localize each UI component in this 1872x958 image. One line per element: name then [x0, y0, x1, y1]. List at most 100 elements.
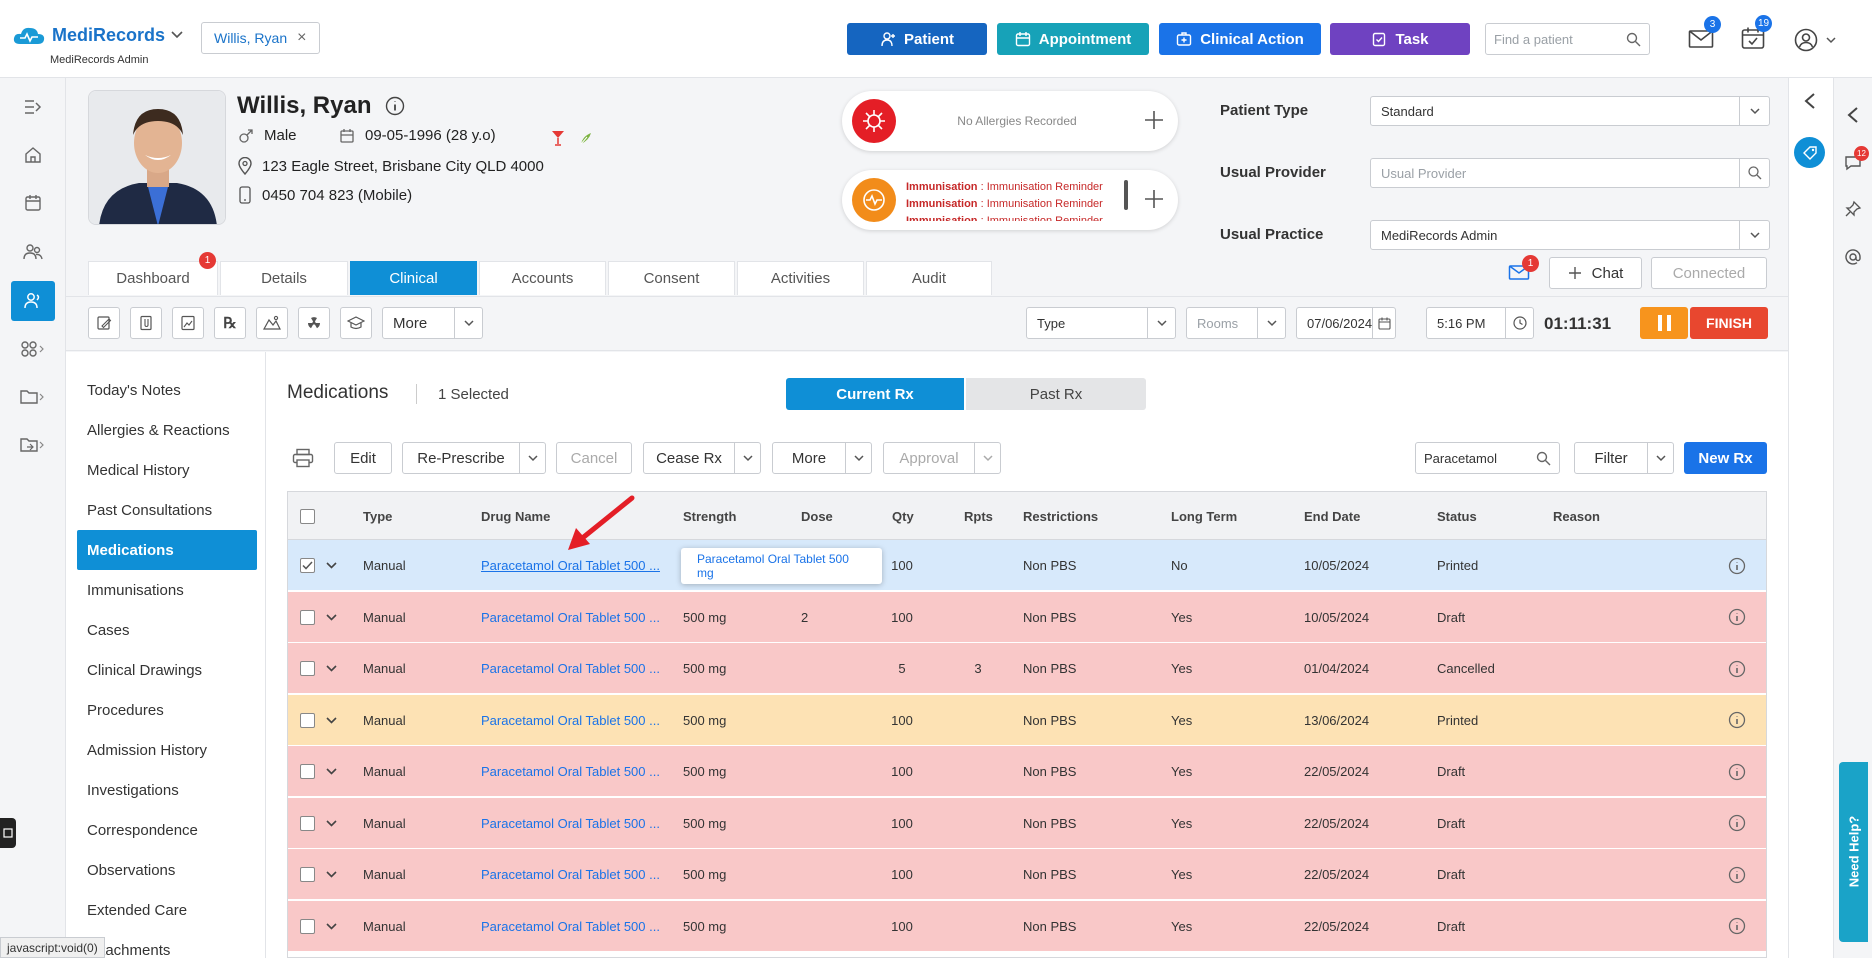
expand-row-chevron-icon[interactable] — [326, 901, 337, 952]
nav-clinical-drawings[interactable]: Clinical Drawings — [77, 650, 257, 690]
user-menu[interactable] — [1794, 28, 1836, 52]
col-type[interactable]: Type — [363, 492, 392, 540]
nav-todays-notes[interactable]: Today's Notes — [77, 370, 257, 410]
info-icon[interactable] — [1728, 746, 1746, 797]
info-icon[interactable] — [1728, 643, 1746, 694]
nav-medications[interactable]: Medications — [77, 530, 257, 570]
select-all-checkbox[interactable] — [300, 492, 315, 540]
date-input[interactable]: 07/06/2024 — [1296, 307, 1396, 339]
nav-past-consultations[interactable]: Past Consultations — [77, 490, 257, 530]
prescribe-tool[interactable]: ℞ — [214, 307, 246, 339]
chevron-down-icon[interactable] — [171, 31, 183, 39]
comments-button[interactable]: 12 — [1844, 146, 1869, 172]
pathology-tool[interactable] — [130, 307, 162, 339]
row-checkbox[interactable] — [300, 746, 315, 797]
rail-expand[interactable] — [11, 87, 55, 127]
medication-search-input[interactable]: Paracetamol — [1415, 442, 1560, 474]
cell-drug-name[interactable]: Paracetamol Oral Tablet 500 ... — [481, 746, 660, 797]
info-icon[interactable] — [1728, 540, 1746, 591]
cease-rx-button[interactable]: Cease Rx — [643, 442, 761, 474]
tab-audit[interactable]: Audit — [866, 261, 992, 295]
represcribe-button[interactable]: Re-Prescribe — [402, 442, 546, 474]
col-status[interactable]: Status — [1437, 492, 1477, 540]
info-icon[interactable] — [1728, 901, 1746, 952]
row-checkbox[interactable] — [300, 798, 315, 849]
filter-button[interactable]: Filter — [1574, 442, 1674, 474]
past-rx-toggle[interactable]: Past Rx — [966, 378, 1146, 410]
patient-chip[interactable]: Willis, Ryan × — [201, 22, 320, 54]
approval-button[interactable]: Approval — [883, 442, 1001, 474]
immunisation-card[interactable]: Immunisation : Immunisation Reminder Imm… — [842, 170, 1178, 230]
chat-button[interactable]: Chat — [1549, 257, 1642, 289]
rooms-select[interactable]: Rooms — [1186, 307, 1286, 339]
brand-logo[interactable]: MediRecords — [12, 24, 183, 46]
nav-procedures[interactable]: Procedures — [77, 690, 257, 730]
chevron-down-icon[interactable] — [734, 443, 760, 473]
search-icon[interactable] — [1536, 451, 1551, 466]
table-row[interactable]: Manual Paracetamol Oral Tablet 500 ... 500… — [288, 591, 1766, 643]
chevron-down-icon[interactable] — [519, 443, 545, 473]
col-end-date[interactable]: End Date — [1304, 492, 1360, 540]
more-actions-button[interactable]: More — [772, 442, 872, 474]
row-checkbox[interactable] — [300, 643, 315, 694]
cell-drug-name[interactable]: Paracetamol Oral Tablet 500 ... — [481, 643, 660, 694]
col-restrictions[interactable]: Restrictions — [1023, 492, 1098, 540]
expand-row-chevron-icon[interactable] — [326, 643, 337, 694]
tag-button[interactable] — [1794, 137, 1825, 168]
vaccine-tool[interactable] — [256, 307, 288, 339]
collapse-tools-button[interactable] — [1846, 106, 1860, 124]
rail-calendar[interactable] — [11, 183, 55, 223]
table-row[interactable]: Manual Paracetamol Oral Tablet 500 ... 500… — [288, 694, 1766, 746]
expand-row-chevron-icon[interactable] — [326, 695, 337, 746]
side-handle[interactable] — [0, 818, 16, 848]
edit-button[interactable]: Edit — [334, 442, 392, 474]
info-icon[interactable] — [1728, 695, 1746, 746]
type-select[interactable]: Type — [1026, 307, 1176, 339]
cancel-button[interactable]: Cancel — [556, 442, 632, 474]
appointment-button[interactable]: Appointment — [997, 23, 1149, 55]
usual-provider-input[interactable]: Usual Provider — [1370, 158, 1770, 188]
education-tool[interactable] — [340, 307, 372, 339]
expand-row-chevron-icon[interactable] — [326, 592, 337, 643]
rail-apps[interactable] — [11, 329, 55, 369]
tab-activities[interactable]: Activities — [737, 261, 864, 295]
connected-button[interactable]: Connected — [1651, 257, 1767, 289]
usual-practice-select[interactable]: MediRecords Admin — [1370, 220, 1770, 250]
tab-dashboard[interactable]: Dashboard 1 — [88, 252, 218, 295]
collapse-panel-button[interactable] — [1803, 92, 1817, 110]
toolbar-more-dropdown[interactable]: More — [382, 307, 483, 339]
current-rx-toggle[interactable]: Current Rx — [786, 378, 964, 410]
table-row[interactable]: Manual Paracetamol Oral Tablet 500 ... 500… — [288, 797, 1766, 849]
col-drug-name[interactable]: Drug Name — [481, 492, 550, 540]
col-rpts[interactable]: Rpts — [964, 492, 993, 540]
tab-consent[interactable]: Consent — [608, 261, 735, 295]
col-strength[interactable]: Strength — [683, 492, 736, 540]
nav-admission-history[interactable]: Admission History — [77, 730, 257, 770]
table-row[interactable]: Manual Paracetamol Oral Tablet 500 ... 500… — [288, 643, 1766, 694]
allergies-card[interactable]: No Allergies Recorded — [842, 91, 1178, 151]
rail-folder[interactable] — [11, 377, 55, 417]
add-allergy-button[interactable] — [1142, 108, 1166, 132]
table-row[interactable]: Manual Paracetamol Oral Tablet 500 ... 500… — [288, 849, 1766, 900]
imaging-tool[interactable] — [172, 307, 204, 339]
calendar-icon[interactable] — [1372, 308, 1395, 338]
expand-row-chevron-icon[interactable] — [326, 540, 337, 591]
nav-correspondence[interactable]: Correspondence — [77, 810, 257, 850]
expand-row-chevron-icon[interactable] — [326, 798, 337, 849]
row-checkbox[interactable] — [300, 592, 315, 643]
print-button[interactable] — [292, 448, 314, 468]
rail-groups[interactable] — [11, 232, 55, 272]
cell-drug-name[interactable]: Paracetamol Oral Tablet 500 ... — [481, 695, 660, 746]
nav-immunisations[interactable]: Immunisations — [77, 570, 257, 610]
info-icon[interactable] — [1728, 592, 1746, 643]
search-icon[interactable] — [1626, 32, 1641, 47]
rail-patients[interactable] — [11, 281, 55, 321]
task-button[interactable]: Task — [1330, 23, 1470, 55]
chevron-down-icon[interactable] — [845, 443, 871, 473]
nav-medical-history[interactable]: Medical History — [77, 450, 257, 490]
expand-row-chevron-icon[interactable] — [326, 746, 337, 797]
cell-drug-name[interactable]: Paracetamol Oral Tablet 500 ... — [481, 849, 660, 900]
immunisation-scrollbar[interactable] — [1124, 180, 1128, 210]
row-checkbox[interactable] — [300, 901, 315, 952]
row-checkbox[interactable] — [300, 695, 315, 746]
